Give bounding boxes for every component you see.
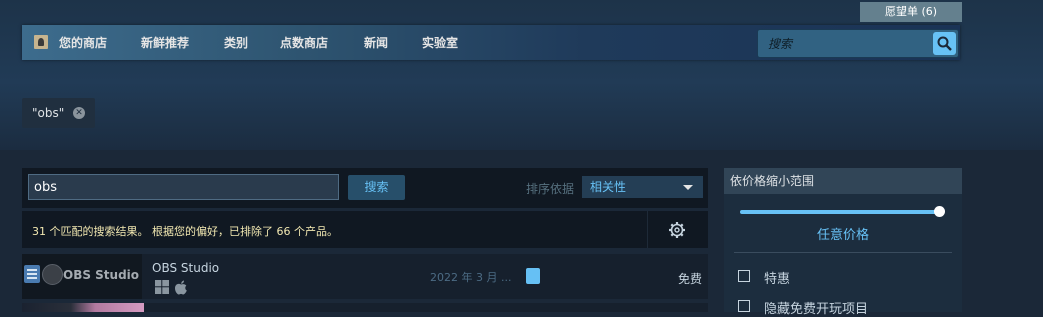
- price: 免费: [678, 272, 703, 286]
- price-slider-track[interactable]: [740, 210, 940, 214]
- game-capsule-image: [22, 303, 144, 312]
- apple-icon: [175, 280, 187, 295]
- divider: [647, 211, 648, 248]
- store-avatar-icon: [34, 35, 48, 49]
- price-slider-handle[interactable]: [934, 206, 945, 217]
- price-filter-panel: 依价格缩小范围 任意价格 特惠 隐藏免费开玩项目: [724, 168, 962, 317]
- tag-label: "obs": [32, 106, 65, 120]
- result-row[interactable]: OBS Studio OBS Studio 2022 年 3 月 ... 免费: [22, 254, 708, 299]
- active-search-tag: "obs" ✕: [22, 98, 95, 128]
- sort-value: 相关性: [590, 180, 627, 194]
- game-capsule-image: OBS Studio: [22, 254, 142, 299]
- results-count-text: 31 个匹配的搜索结果。 根据您的偏好，已排除了 66 个产品。: [32, 225, 338, 238]
- result-row[interactable]: [22, 303, 708, 312]
- remove-tag-close-icon[interactable]: ✕: [73, 107, 85, 119]
- store-search-input[interactable]: [760, 32, 938, 55]
- specials-checkbox[interactable]: [738, 270, 750, 282]
- sort-by-dropdown[interactable]: 相关性: [582, 176, 703, 198]
- wishlist-button[interactable]: 愿望单 (6): [860, 2, 962, 22]
- obs-logo-icon: [42, 264, 63, 285]
- nav-your-store[interactable]: 您的商店: [59, 34, 107, 51]
- store-nav-bar: 您的商店 新鲜推荐 类别 点数商店 新闻 实验室: [22, 25, 960, 60]
- nav-new-noteworthy[interactable]: 新鲜推荐: [141, 34, 189, 51]
- search-term-input[interactable]: [28, 174, 339, 200]
- review-thumbs-up-icon: [526, 268, 540, 284]
- windows-icon: [155, 280, 169, 294]
- hero-background: [0, 0, 1043, 150]
- list-menu-icon[interactable]: [24, 265, 40, 283]
- store-search-box: [757, 29, 959, 58]
- divider: [734, 252, 952, 253]
- sort-by-label: 排序依据: [526, 182, 575, 196]
- nav-news[interactable]: 新闻: [364, 34, 388, 51]
- nav-labs[interactable]: 实验室: [422, 34, 458, 51]
- specials-label[interactable]: 特惠: [764, 268, 790, 287]
- search-button[interactable]: 搜索: [348, 175, 405, 200]
- hide-free-to-play-label[interactable]: 隐藏免费开玩项目: [764, 298, 868, 317]
- price-filter-header[interactable]: 依价格缩小范围: [724, 168, 962, 194]
- chevron-down-icon: [683, 185, 693, 190]
- nav-points-shop[interactable]: 点数商店: [280, 34, 328, 51]
- capsule-logo-text: OBS Studio: [63, 268, 140, 282]
- results-summary-bar: 31 个匹配的搜索结果。 根据您的偏好，已排除了 66 个产品。: [22, 211, 708, 248]
- game-title: OBS Studio: [152, 261, 220, 275]
- nav-categories[interactable]: 类别: [224, 34, 248, 51]
- release-date: 2022 年 3 月 ...: [430, 271, 512, 284]
- price-slider-value: 任意价格: [816, 228, 869, 243]
- gear-icon[interactable]: [668, 221, 686, 239]
- search-icon[interactable]: [933, 32, 956, 55]
- hide-free-to-play-checkbox[interactable]: [738, 300, 750, 312]
- search-bar: 搜索 排序依据 相关性: [22, 168, 708, 208]
